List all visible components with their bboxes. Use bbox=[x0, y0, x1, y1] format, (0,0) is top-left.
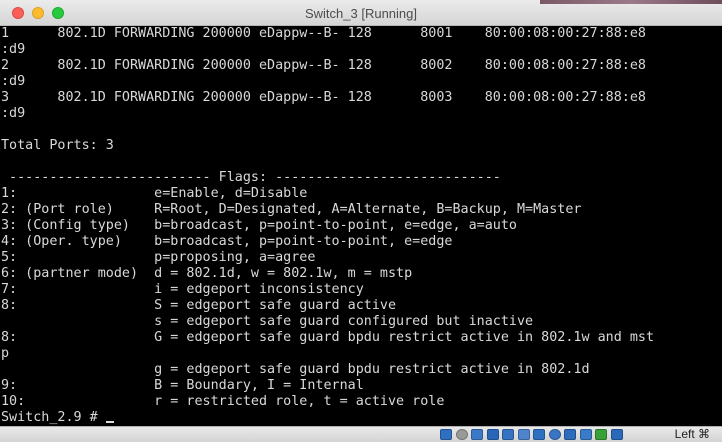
text-cursor bbox=[105, 421, 114, 423]
vm-status-bar: Left ⌘ bbox=[0, 426, 722, 442]
console-line: 1: e=Enable, d=Disable bbox=[1, 186, 308, 201]
console-line: 2 802.1D FORWARDING 200000 eDappw--B- 12… bbox=[1, 58, 646, 73]
guest-additions-icon[interactable] bbox=[595, 429, 607, 440]
console-line: 3 802.1D FORWARDING 200000 eDappw--B- 12… bbox=[1, 90, 646, 105]
network-icon[interactable] bbox=[486, 429, 499, 440]
command-prompt: Switch_2.9 # bbox=[1, 410, 106, 425]
console-line: 5: p=proposing, a=agree bbox=[1, 250, 316, 265]
shared-folder-icon[interactable] bbox=[517, 429, 530, 440]
console-line: 8: S = edgeport safe guard active bbox=[1, 298, 397, 313]
console-line: 7: i = edgeport inconsistency bbox=[1, 282, 364, 297]
console-line: :d9 bbox=[1, 106, 26, 121]
console-line: 1 802.1D FORWARDING 200000 eDappw--B- 12… bbox=[1, 26, 646, 41]
console-line: Total Ports: 3 bbox=[1, 138, 114, 153]
console-line: 2: (Port role) R=Root, D=Designated, A=A… bbox=[1, 202, 582, 217]
cpu-icon[interactable] bbox=[564, 429, 576, 440]
vm-window: Switch_3 [Running] 1 802.1D FORWARDING 2… bbox=[0, 0, 722, 442]
command-prompt-line[interactable]: Switch_2.9 # bbox=[1, 410, 114, 426]
desktop-wallpaper-edge bbox=[540, 0, 722, 4]
keyboard-icon[interactable] bbox=[610, 429, 623, 440]
console-line: 3: (Config type) b=broadcast, p=point-to… bbox=[1, 218, 517, 233]
window-title: Switch_3 [Running] bbox=[304, 6, 417, 21]
console-line: g = edgeport safe guard bpdu restrict ac… bbox=[1, 362, 590, 377]
display-icon[interactable] bbox=[533, 429, 545, 440]
console-line: 10: r = restricted role, t = active role bbox=[1, 394, 445, 409]
host-key-label: Left ⌘ bbox=[674, 427, 710, 441]
optical-drive-icon[interactable] bbox=[455, 429, 468, 440]
recording-icon[interactable] bbox=[548, 429, 561, 440]
audio-icon[interactable] bbox=[471, 429, 483, 440]
console-line: :d9 bbox=[1, 74, 26, 89]
console-line: p bbox=[1, 346, 10, 361]
console-line: 6: (partner mode) d = 802.1d, w = 802.1w… bbox=[1, 266, 413, 281]
usb-icon[interactable] bbox=[502, 429, 514, 440]
console-line: :d9 bbox=[1, 42, 26, 57]
mouse-integration-icon[interactable] bbox=[579, 429, 592, 440]
harddisk-icon[interactable] bbox=[440, 429, 452, 440]
title-bar[interactable]: Switch_3 [Running] bbox=[0, 0, 722, 26]
console-line: 9: B = Boundary, I = Internal bbox=[1, 378, 364, 393]
terminal-console[interactable]: 1 802.1D FORWARDING 200000 eDappw--B- 12… bbox=[0, 26, 722, 426]
console-line: 8: G = edgeport safe guard bpdu restrict… bbox=[1, 330, 655, 345]
console-line: 4: (Oper. type) b=broadcast, p=point-to-… bbox=[1, 234, 453, 249]
console-line: s = edgeport safe guard configured but i… bbox=[1, 314, 534, 329]
console-line: ------------------------- Flags: -------… bbox=[1, 170, 501, 185]
